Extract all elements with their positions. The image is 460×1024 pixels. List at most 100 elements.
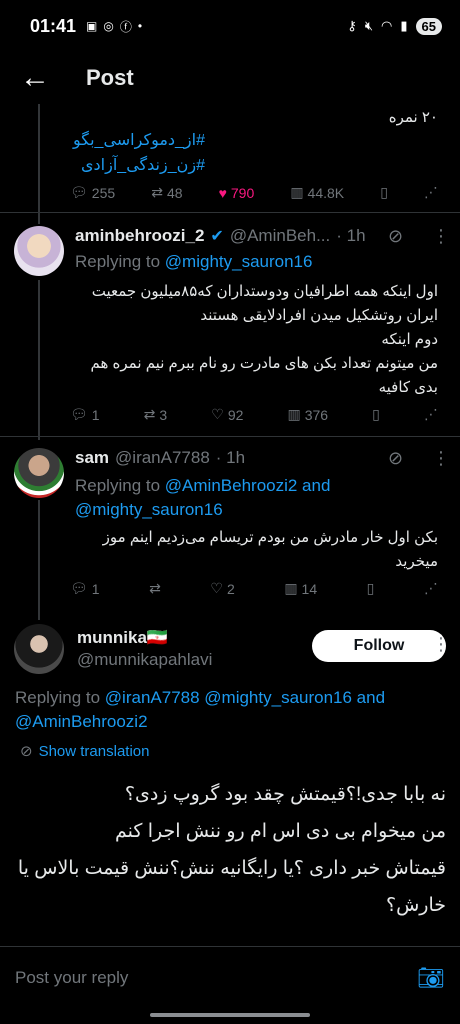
- display-name[interactable]: sam: [75, 448, 109, 468]
- text-line: بدی کافیه: [378, 379, 438, 396]
- battery-indicator: 65: [415, 17, 442, 35]
- share-button[interactable]: ⋰: [424, 580, 438, 597]
- app-bar: ← Post: [0, 52, 460, 104]
- reply-header: sam @iranA7788 · 1h: [75, 448, 245, 468]
- thread-line: [38, 280, 40, 440]
- show-translation-button[interactable]: ⊘ Show translation: [20, 742, 150, 761]
- text-line: دوم اینکه: [381, 331, 438, 348]
- share-button[interactable]: ⋰: [424, 184, 438, 201]
- bookmark-button[interactable]: ▯: [380, 184, 388, 201]
- more-options-icon[interactable]: ⋮: [432, 634, 450, 655]
- views-icon: ▥: [287, 406, 301, 422]
- back-arrow-icon[interactable]: ←: [20, 61, 70, 95]
- like-count: 790: [230, 184, 255, 201]
- user-handle[interactable]: @AminBeh...: [230, 226, 330, 246]
- views-count: 376: [304, 406, 329, 423]
- reply-button[interactable]: 💬︎ 255: [70, 184, 115, 201]
- translate-icon: ⊘: [20, 743, 33, 760]
- post-time: · 1h: [336, 226, 366, 245]
- display-name[interactable]: munnika🇮🇷: [77, 628, 212, 648]
- reply-button[interactable]: 💬︎ 1: [70, 406, 100, 423]
- repost-count: 3: [159, 406, 168, 423]
- replying-to-prefix: Replying to: [75, 252, 161, 271]
- main-post-author: munnika🇮🇷 @munnikapahlavi: [77, 628, 212, 670]
- views-icon: ▥: [284, 580, 298, 596]
- reply-count: 255: [91, 184, 116, 201]
- display-name[interactable]: aminbehroozi_2: [75, 226, 204, 246]
- translate-icon[interactable]: ⊘: [388, 448, 403, 469]
- reply-text: بکن اول خار مادرش من بودم تریسام می‌زدیم…: [70, 526, 438, 574]
- like-count: 2: [226, 580, 235, 597]
- avatar[interactable]: [14, 448, 64, 498]
- reply-icon: 💬︎: [70, 580, 88, 596]
- repost-icon: ⇄: [151, 184, 163, 200]
- app-icon: ▣: [86, 19, 98, 33]
- bookmark-button[interactable]: ▯: [372, 406, 380, 423]
- follow-button[interactable]: Follow: [312, 630, 446, 662]
- main-post-text: نه بابا جدی!؟قیمتش چقد بود گروپ زدی؟ من …: [14, 776, 446, 924]
- wifi-icon: ◠: [381, 18, 393, 33]
- page-title: Post: [86, 65, 134, 90]
- user-handle[interactable]: @iranA7788: [115, 448, 210, 468]
- facebook-icon: ⓕ: [119, 19, 132, 34]
- text-line: من میخوام بی دی اس ام رو ننش اجرا کنم: [115, 821, 446, 842]
- views-count: 14: [301, 580, 318, 597]
- bookmark-icon: ▯: [372, 406, 380, 422]
- text-line: بکن اول خار مادرش من بودم تریسام می‌زدیم…: [102, 529, 438, 546]
- translate-icon[interactable]: ⊘: [388, 226, 403, 247]
- hashtag-link[interactable]: #زن_زندگی_آزادی: [70, 153, 205, 178]
- views-button[interactable]: ▥ 44.8K: [290, 184, 344, 201]
- reply-button[interactable]: 💬︎ 1: [70, 580, 100, 597]
- heart-filled-icon: ♥: [218, 184, 227, 201]
- text-line: من میتونم تعداد بکن های مادرت رو نام ببر…: [90, 355, 438, 372]
- mention-link[interactable]: @AminBehroozi2 and: [165, 476, 331, 495]
- views-button[interactable]: ▥ 376: [287, 406, 328, 423]
- like-button[interactable]: ♡ 2: [210, 580, 234, 597]
- hashtag-link[interactable]: #از_دموکراسی_بگو: [70, 128, 205, 153]
- reply-composer: Post your reply 📷︎: [0, 946, 460, 1008]
- repost-icon: ⇄: [143, 406, 156, 422]
- reply-count: 1: [91, 406, 100, 423]
- mention-link[interactable]: @AminBehroozi2: [15, 712, 148, 731]
- share-icon: ⋰: [423, 580, 438, 596]
- replying-to: Replying to @AminBehroozi2 and @mighty_s…: [75, 474, 445, 522]
- share-button[interactable]: ⋰: [424, 406, 438, 423]
- repost-button[interactable]: ⇄ 48: [151, 184, 182, 201]
- more-options-icon[interactable]: ⋮: [432, 226, 450, 247]
- views-button[interactable]: ▥ 14: [284, 580, 317, 597]
- views-icon: ▥: [290, 184, 304, 200]
- dot-icon: •: [137, 19, 143, 33]
- text-line: نه بابا جدی!؟قیمتش چقد بود گروپ زدی؟: [124, 784, 446, 805]
- user-handle[interactable]: @munnikapahlavi: [77, 650, 212, 670]
- mention-link[interactable]: @iranA7788 @mighty_sauron16 and: [105, 688, 385, 707]
- post-actions: 💬︎ 255 ⇄ 48 ♥ 790 ▥ 44.8K ▯ ⋰: [70, 184, 438, 201]
- reply-count: 1: [91, 580, 100, 597]
- like-button[interactable]: ♡ 92: [211, 406, 243, 423]
- reply-input[interactable]: Post your reply: [15, 968, 128, 988]
- repost-button[interactable]: ⇄: [149, 580, 161, 597]
- mention-link[interactable]: @mighty_sauron16: [75, 500, 223, 519]
- reply-icon: 💬︎: [70, 184, 88, 200]
- bookmark-button[interactable]: ▯: [367, 580, 375, 597]
- repost-button[interactable]: ⇄ 3: [144, 406, 168, 423]
- mention-link[interactable]: @mighty_sauron16: [165, 252, 313, 271]
- status-time: 01:41: [30, 15, 77, 36]
- avatar[interactable]: [14, 226, 64, 276]
- text-line: اول اینکه همه اطرافیان ودوستداران که۸۵می…: [91, 283, 438, 300]
- hashtags: #از_دموکراسی_بگو #زن_زندگی_آزادی: [70, 128, 205, 178]
- heart-icon: ♡: [210, 580, 223, 596]
- heart-icon: ♡: [211, 406, 224, 422]
- bookmark-icon: ▯: [366, 580, 375, 596]
- camera-icon[interactable]: 📷︎: [417, 965, 445, 991]
- divider: [0, 212, 460, 213]
- post-text-tail: ۲۰ نمره: [388, 109, 438, 126]
- more-options-icon[interactable]: ⋮: [432, 448, 450, 469]
- text-line: خارش؟: [386, 895, 446, 916]
- avatar[interactable]: [14, 624, 64, 674]
- instagram-icon: ◎: [103, 19, 114, 33]
- like-button[interactable]: ♥ 790: [219, 185, 255, 201]
- show-translation-label: Show translation: [38, 742, 150, 760]
- reply-header: aminbehroozi_2 ✔ @AminBeh... · 1h: [75, 226, 375, 246]
- replying-to: Replying to @iranA7788 @mighty_sauron16 …: [15, 686, 455, 734]
- like-count: 92: [227, 406, 244, 423]
